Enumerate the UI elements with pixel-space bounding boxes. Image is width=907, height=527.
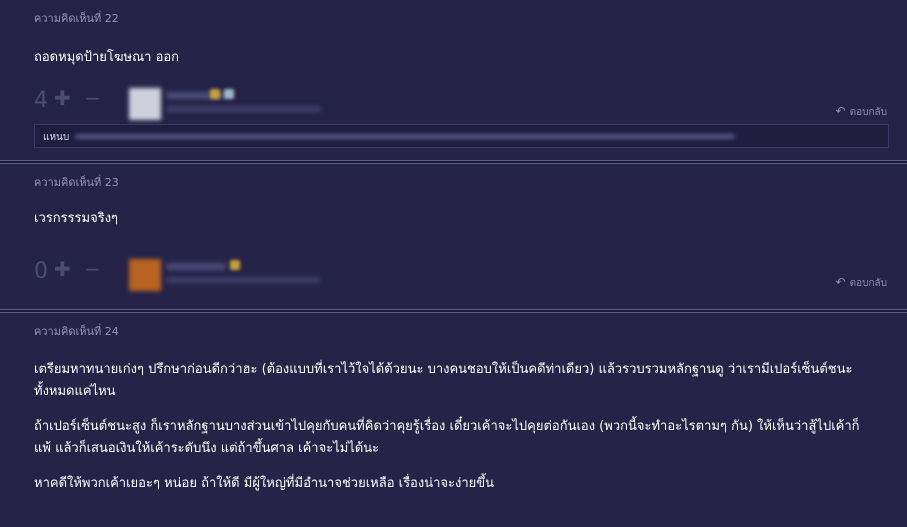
vote-count: 4 bbox=[34, 88, 48, 113]
comment-body: ถอดหมุดป้ายโฆษณา ออก bbox=[34, 47, 873, 69]
comment-paragraph: เตรียมหาทนายเก่งๆ ปรึกษาก่อนดีกว่าฮะ (ต้… bbox=[34, 362, 853, 399]
reply-arrow-icon: ↶ bbox=[835, 104, 846, 118]
member-badge-icon bbox=[210, 89, 220, 99]
comment-meta: 4 ✚ − ↶ ตอบกลับ bbox=[34, 88, 889, 122]
comment-paragraph: หาคดีให้พวกเค้าเยอะๆ หน่อย ถ้าให้ดี มีผู… bbox=[34, 476, 495, 491]
sub-reply: แหนบ bbox=[34, 124, 889, 148]
reply-label: ตอบกลับ bbox=[849, 107, 887, 118]
vote-count: 0 bbox=[34, 259, 48, 284]
member-info bbox=[166, 277, 321, 283]
comment-23: ความคิดเห็นที่ 23 เวรกรรรมจริงๆ 0 ✚ − ↶ ต… bbox=[0, 164, 907, 309]
sub-reply-text bbox=[75, 134, 735, 139]
member-badge-icon bbox=[230, 260, 240, 270]
reply-arrow-icon: ↶ bbox=[835, 275, 846, 289]
reply-button[interactable]: ↶ ตอบกลับ bbox=[836, 275, 887, 291]
comment-body: เวรกรรรมจริงๆ bbox=[34, 208, 873, 230]
reply-label: ตอบกลับ bbox=[849, 278, 887, 289]
comment-number: ความคิดเห็นที่ 24 bbox=[34, 325, 119, 338]
author-name[interactable] bbox=[166, 263, 226, 270]
comment-number: ความคิดเห็นที่ 23 bbox=[34, 176, 119, 189]
comment-paragraph: ถ้าเปอร์เซ็นต์ชนะสูง ก็เราหลักฐานบางส่วน… bbox=[34, 419, 860, 456]
plus-icon[interactable]: ✚ bbox=[54, 259, 71, 279]
avatar[interactable] bbox=[129, 88, 161, 120]
member-info bbox=[166, 106, 321, 112]
avatar[interactable] bbox=[129, 259, 161, 291]
comment-body: เตรียมหาทนายเก่งๆ ปรึกษาก่อนดีกว่าฮะ (ต้… bbox=[34, 359, 873, 495]
comment-meta: 0 ✚ − ↶ ตอบกลับ bbox=[34, 259, 889, 293]
member-badge-icon bbox=[224, 89, 234, 99]
minus-icon[interactable]: − bbox=[84, 88, 101, 108]
comment-number: ความคิดเห็นที่ 22 bbox=[34, 12, 119, 25]
sub-reply-author[interactable]: แหนบ bbox=[43, 130, 69, 145]
plus-icon[interactable]: ✚ bbox=[54, 88, 71, 108]
comment-22: ความคิดเห็นที่ 22 ถอดหมุดป้ายโฆษณา ออก 4… bbox=[0, 0, 907, 160]
comment-24: ความคิดเห็นที่ 24 เตรียมหาทนายเก่งๆ ปรึก… bbox=[0, 313, 907, 527]
comment-text: เวรกรรรมจริงๆ bbox=[34, 211, 119, 226]
reply-button[interactable]: ↶ ตอบกลับ bbox=[836, 104, 887, 120]
comment-text: ถอดหมุดป้ายโฆษณา ออก bbox=[34, 50, 180, 65]
minus-icon[interactable]: − bbox=[84, 259, 101, 279]
